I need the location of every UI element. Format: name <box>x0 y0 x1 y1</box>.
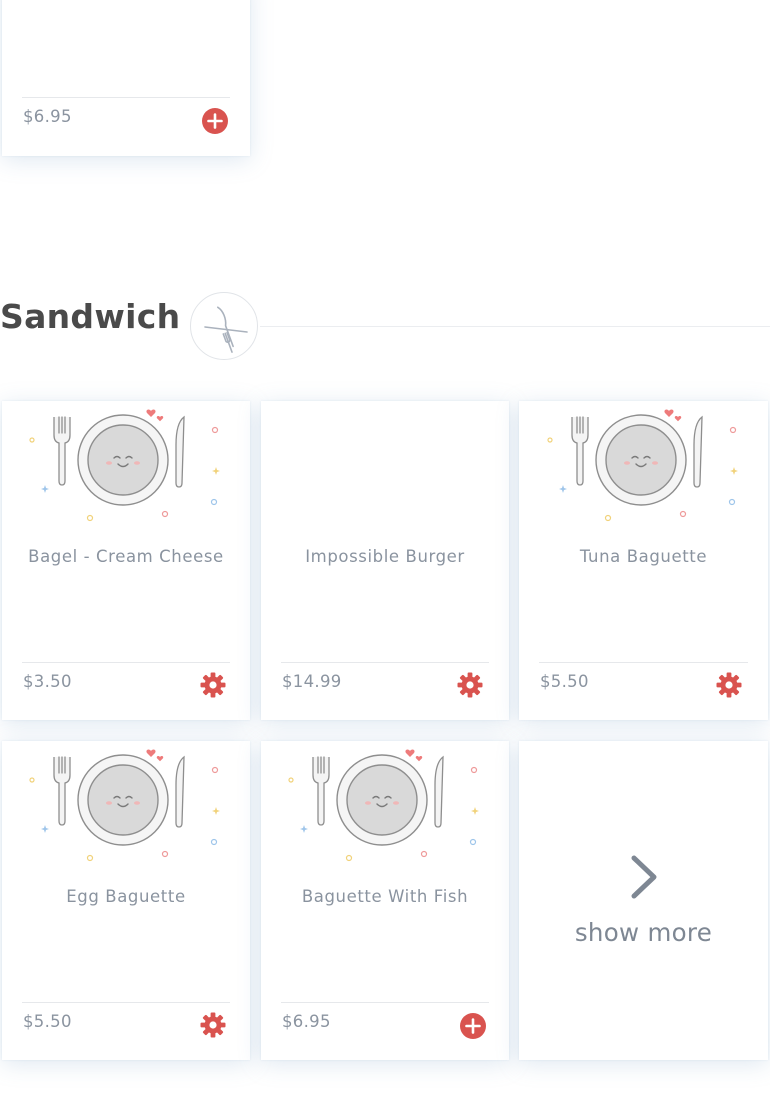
item-price: $6.95 <box>282 1012 331 1031</box>
item-name: Egg Baguette <box>66 887 186 906</box>
gear-icon[interactable] <box>199 1011 227 1039</box>
menu-item-card[interactable]: Baguette With Fish $6.95 <box>261 741 509 1060</box>
card-divider <box>22 1002 230 1003</box>
fork-knife-icon <box>190 292 258 360</box>
item-price: $5.50 <box>23 1012 72 1031</box>
section-title: Sandwich <box>0 297 181 336</box>
show-more-label: show more <box>574 918 713 947</box>
item-price: $5.50 <box>540 672 589 691</box>
chevron-right-icon <box>631 855 657 899</box>
show-more-card[interactable] <box>519 741 768 1060</box>
section-divider <box>260 326 770 327</box>
menu-item-card[interactable]: Tuna Baguette $5.50 <box>519 401 768 720</box>
item-name: Baguette With Fish <box>301 887 469 906</box>
gear-icon[interactable] <box>715 671 743 699</box>
gear-icon[interactable] <box>199 671 227 699</box>
card-divider <box>281 1002 489 1003</box>
item-name: Impossible Burger <box>305 547 465 566</box>
plate-illustration <box>2 741 250 876</box>
item-price: $3.50 <box>23 672 72 691</box>
item-price: $14.99 <box>282 672 342 691</box>
menu-item-card[interactable]: Egg Baguette $5.50 <box>2 741 250 1060</box>
menu-item-card[interactable]: Impossible Burger $14.99 <box>261 401 509 720</box>
card-divider <box>22 97 230 98</box>
item-name: Tuna Baguette <box>579 547 708 566</box>
gear-icon[interactable] <box>456 671 484 699</box>
menu-item-card[interactable]: $6.95 <box>2 0 250 156</box>
menu-item-card[interactable]: Bagel - Cream Cheese $3.50 <box>2 401 250 720</box>
item-name: Bagel - Cream Cheese <box>28 547 224 566</box>
plate-illustration <box>261 741 509 876</box>
card-divider <box>539 662 748 663</box>
plate-illustration <box>2 401 250 536</box>
item-price: $6.95 <box>23 107 72 126</box>
card-divider <box>22 662 230 663</box>
plate-illustration <box>519 401 768 536</box>
add-to-cart-icon[interactable] <box>201 107 229 135</box>
card-divider <box>281 662 489 663</box>
add-to-cart-icon[interactable] <box>459 1012 487 1040</box>
